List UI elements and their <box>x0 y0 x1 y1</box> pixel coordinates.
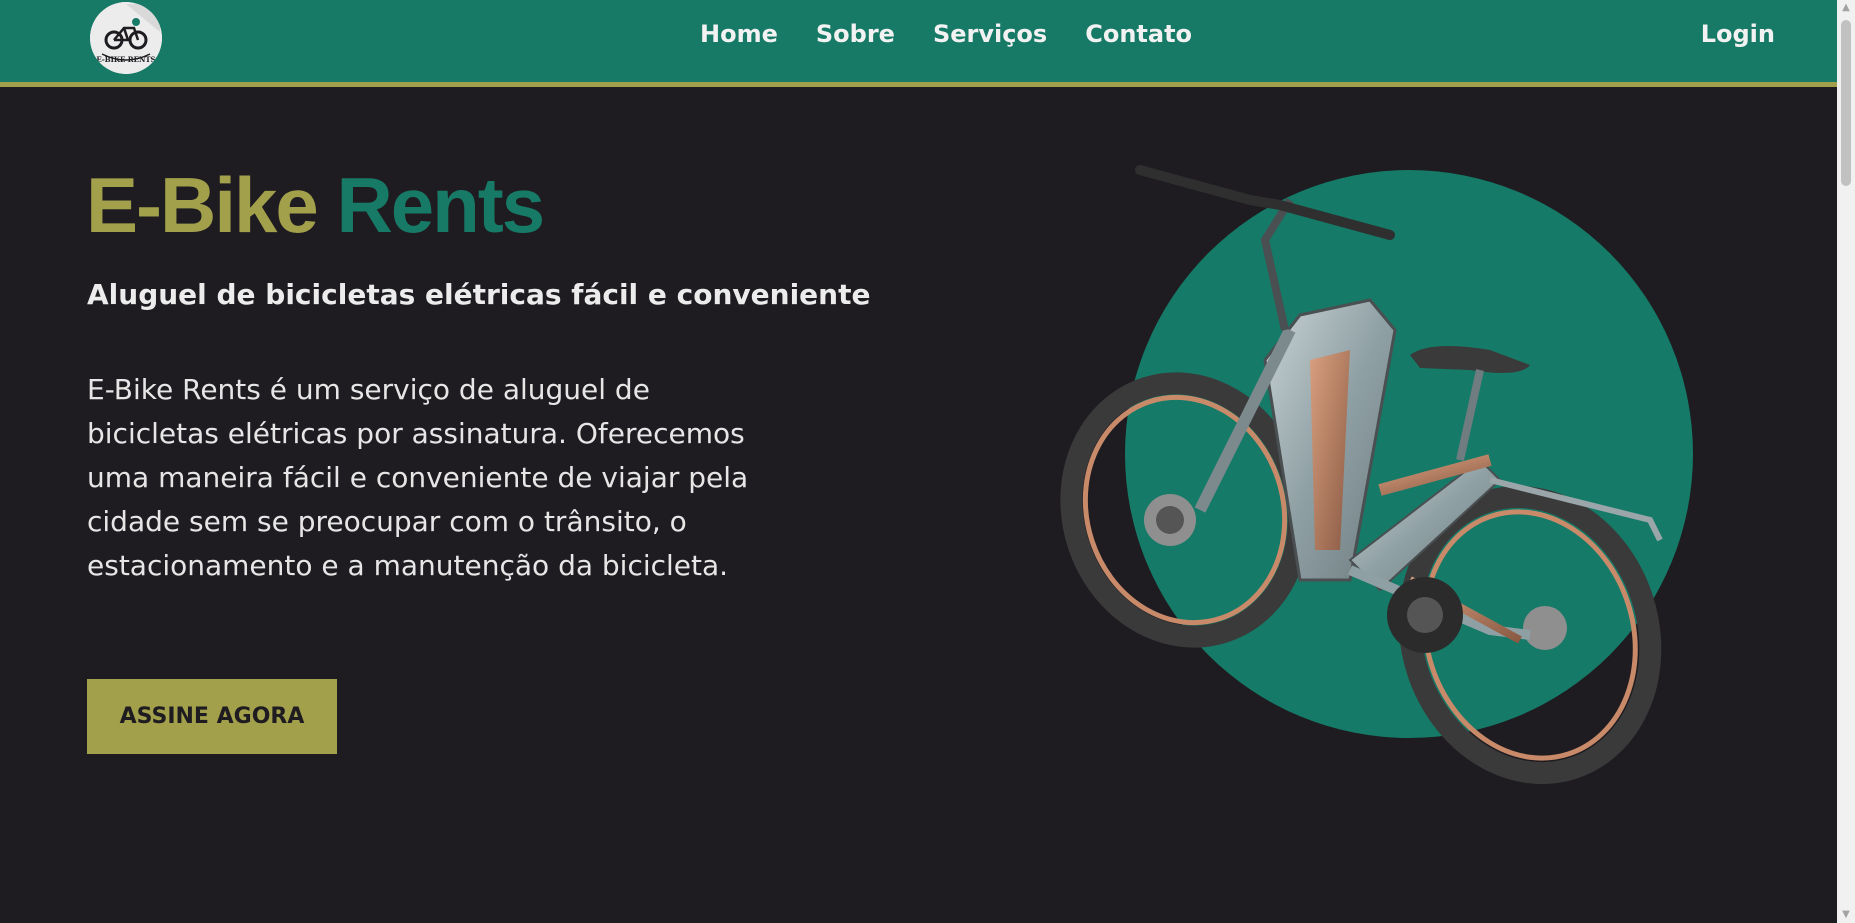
login-link[interactable]: Login <box>1701 20 1775 48</box>
vertical-scrollbar[interactable]: ▲ ▼ <box>1837 0 1855 923</box>
bike-logo-icon: E-BIKE RENTS <box>90 2 162 74</box>
logo[interactable]: E-BIKE RENTS <box>90 2 162 74</box>
navbar: E-BIKE RENTS Home Sobre Serviços Contato… <box>0 0 1837 87</box>
scroll-thumb[interactable] <box>1841 20 1851 186</box>
hero-title-part2: Rents <box>336 161 545 249</box>
nav-link-servicos[interactable]: Serviços <box>933 20 1047 48</box>
nav-link-contato[interactable]: Contato <box>1085 20 1192 48</box>
hero-image <box>1050 160 1700 810</box>
hero-title: E-Bike Rents <box>86 160 545 251</box>
svg-text:E-BIKE RENTS: E-BIKE RENTS <box>96 55 155 64</box>
main-nav: Home Sobre Serviços Contato <box>700 20 1192 48</box>
nav-link-sobre[interactable]: Sobre <box>816 20 895 48</box>
hero-description: E-Bike Rents é um serviço de aluguel de … <box>87 373 749 582</box>
hero-title-part1: E-Bike <box>86 161 319 249</box>
hero-subtitle: Aluguel de bicicletas elétricas fácil e … <box>87 278 871 311</box>
cta-subscribe-button[interactable]: ASSINE AGORA <box>87 679 337 754</box>
nav-link-home[interactable]: Home <box>700 20 778 48</box>
e-bike-image <box>1060 165 1663 785</box>
scroll-up-icon[interactable]: ▲ <box>1837 0 1855 16</box>
scroll-down-icon[interactable]: ▼ <box>1837 907 1855 923</box>
